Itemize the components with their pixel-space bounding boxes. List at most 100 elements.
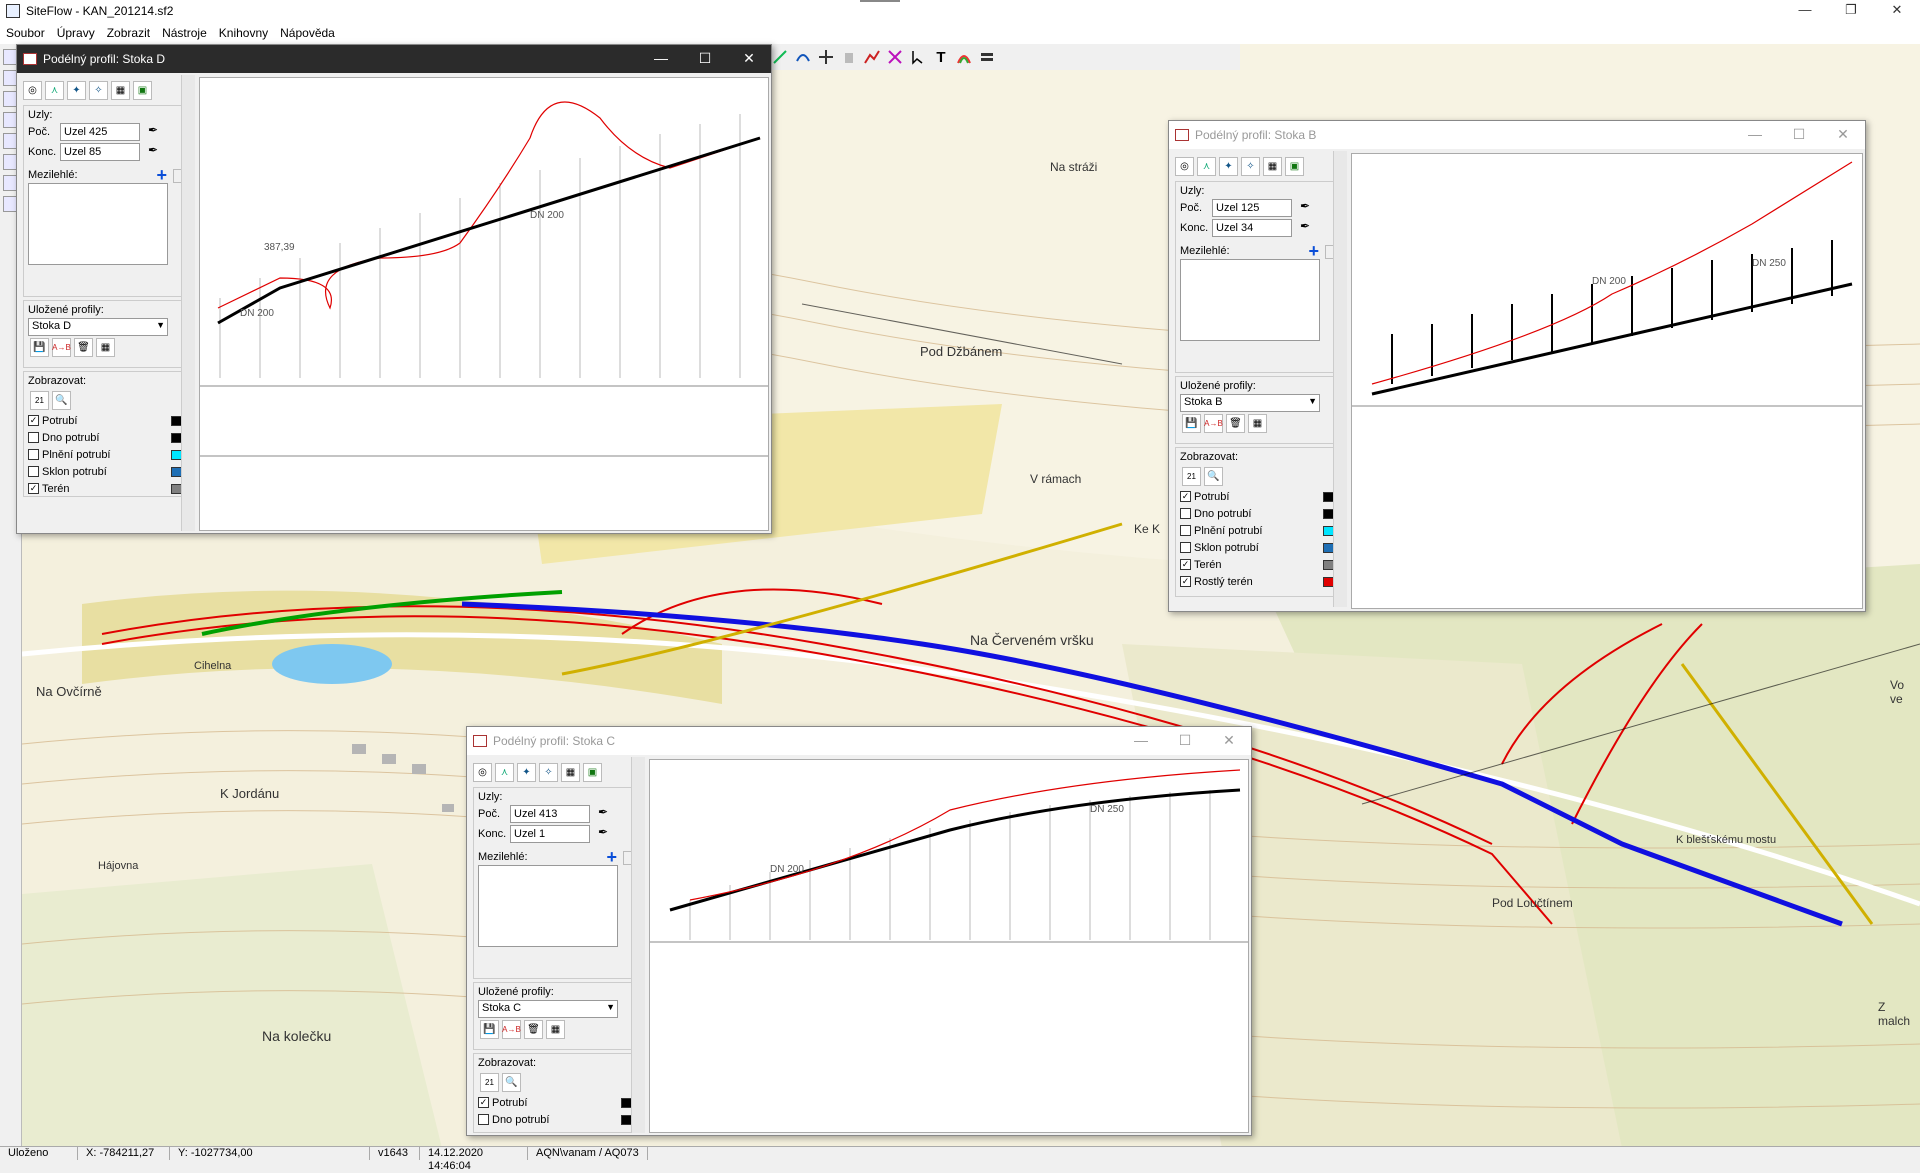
- legend-row[interactable]: ✓ Potrubí: [1180, 488, 1341, 505]
- pick-node-icon[interactable]: ✒: [144, 143, 162, 161]
- node-select-2-icon[interactable]: ✧: [89, 81, 108, 100]
- legend-row[interactable]: ✓ Terén: [1180, 556, 1341, 573]
- globe-icon[interactable]: ◎: [1175, 157, 1194, 176]
- tool-move-icon[interactable]: [816, 47, 836, 67]
- tool-cross-icon[interactable]: [885, 47, 905, 67]
- node-select-icon[interactable]: ✦: [517, 763, 536, 782]
- window-c-titlebar[interactable]: Podélný profil: Stoka C — ☐ ✕: [467, 727, 1251, 755]
- window-b-profile-plot[interactable]: DN 200 DN 250: [1351, 153, 1863, 609]
- tool-pointer-icon[interactable]: [908, 47, 928, 67]
- window-b-maximize-icon[interactable]: ☐: [1777, 121, 1821, 149]
- window-c-close-icon[interactable]: ✕: [1207, 727, 1251, 755]
- profile-line-icon[interactable]: ⋏: [1197, 157, 1216, 176]
- zoom-icon[interactable]: 🔍: [502, 1073, 521, 1092]
- intermediate-nodes-list[interactable]: [1180, 259, 1320, 341]
- save-profile-icon[interactable]: 💾: [1182, 414, 1201, 433]
- legend-row[interactable]: ✓ Rostlý terén: [1180, 573, 1341, 590]
- tool-profile-icon[interactable]: [862, 47, 882, 67]
- end-node-input[interactable]: [60, 143, 140, 161]
- rename-profile-icon[interactable]: A→B: [502, 1020, 521, 1039]
- add-node-icon[interactable]: +: [606, 847, 617, 868]
- menu-knihovny[interactable]: Knihovny: [213, 26, 274, 40]
- pick-node-icon[interactable]: ✒: [1296, 199, 1314, 217]
- menu-soubor[interactable]: Soubor: [0, 26, 51, 40]
- rename-profile-icon[interactable]: A→B: [52, 338, 71, 357]
- legend-row[interactable]: Dno potrubí: [478, 1111, 639, 1128]
- checkbox[interactable]: [28, 466, 39, 477]
- tool-line-icon[interactable]: [770, 47, 790, 67]
- checkbox[interactable]: [1180, 542, 1191, 553]
- save-profile-icon[interactable]: 💾: [480, 1020, 499, 1039]
- zoom-icon[interactable]: 🔍: [1204, 467, 1223, 486]
- add-node-icon[interactable]: +: [1308, 241, 1319, 262]
- pick-node-icon[interactable]: ✒: [594, 805, 612, 823]
- checkbox[interactable]: [478, 1114, 489, 1125]
- menu-zobrazit[interactable]: Zobrazit: [101, 26, 156, 40]
- end-node-input[interactable]: [1212, 219, 1292, 237]
- window-b-minimize-icon[interactable]: —: [1733, 121, 1777, 149]
- start-node-input[interactable]: [510, 805, 590, 823]
- sort-icon[interactable]: 21: [480, 1073, 499, 1092]
- table-icon[interactable]: ▦: [1263, 157, 1282, 176]
- delete-profile-icon[interactable]: 🗑: [524, 1020, 543, 1039]
- globe-icon[interactable]: ◎: [23, 81, 42, 100]
- export-icon[interactable]: ▣: [133, 81, 152, 100]
- window-d-titlebar[interactable]: Podélný profil: Stoka D — ☐ ✕: [17, 45, 771, 73]
- export-icon[interactable]: ▣: [583, 763, 602, 782]
- saved-profile-select[interactable]: Stoka B ▼: [1180, 394, 1320, 412]
- intermediate-nodes-list[interactable]: [478, 865, 618, 947]
- checkbox[interactable]: ✓: [1180, 576, 1191, 587]
- profile-line-icon[interactable]: ⋏: [45, 81, 64, 100]
- pick-node-icon[interactable]: ✒: [1296, 219, 1314, 237]
- legend-row[interactable]: Plnění potrubí: [1180, 522, 1341, 539]
- checkbox[interactable]: ✓: [1180, 491, 1191, 502]
- window-b-titlebar[interactable]: Podélný profil: Stoka B — ☐ ✕: [1169, 121, 1865, 149]
- sort-icon[interactable]: 21: [1182, 467, 1201, 486]
- minimize-icon[interactable]: —: [1782, 0, 1828, 22]
- menu-upravy[interactable]: Úpravy: [51, 26, 101, 40]
- export-icon[interactable]: ▣: [1285, 157, 1304, 176]
- table-icon[interactable]: ▦: [96, 338, 115, 357]
- window-d-minimize-icon[interactable]: —: [639, 45, 683, 73]
- window-b-close-icon[interactable]: ✕: [1821, 121, 1865, 149]
- delete-profile-icon[interactable]: 🗑: [74, 338, 93, 357]
- profile-window-c[interactable]: Podélný profil: Stoka C — ☐ ✕ ◎ ⋏ ✦ ✧ ▦ …: [466, 726, 1252, 1136]
- tool-delete-icon[interactable]: [839, 47, 859, 67]
- table-icon[interactable]: ▦: [111, 81, 130, 100]
- end-node-input[interactable]: [510, 825, 590, 843]
- menu-nastroje[interactable]: Nástroje: [156, 26, 213, 40]
- legend-row[interactable]: Sklon potrubí: [28, 463, 189, 480]
- menu-napoveda[interactable]: Nápověda: [274, 26, 341, 40]
- legend-row[interactable]: ✓ Potrubí: [478, 1094, 639, 1111]
- legend-row[interactable]: Dno potrubí: [1180, 505, 1341, 522]
- window-c-panel-scrollbar[interactable]: [631, 757, 645, 1133]
- window-c-maximize-icon[interactable]: ☐: [1163, 727, 1207, 755]
- legend-row[interactable]: Dno potrubí: [28, 429, 189, 446]
- legend-row[interactable]: Plnění potrubí: [28, 446, 189, 463]
- checkbox[interactable]: [28, 432, 39, 443]
- checkbox[interactable]: [1180, 508, 1191, 519]
- globe-icon[interactable]: ◎: [473, 763, 492, 782]
- node-select-2-icon[interactable]: ✧: [539, 763, 558, 782]
- checkbox[interactable]: ✓: [1180, 559, 1191, 570]
- pick-node-icon[interactable]: ✒: [594, 825, 612, 843]
- checkbox[interactable]: ✓: [28, 483, 39, 494]
- legend-row[interactable]: ✓ Terén: [28, 480, 189, 496]
- saved-profile-select[interactable]: Stoka D ▼: [28, 318, 168, 336]
- tool-rainbow-icon[interactable]: [954, 47, 974, 67]
- intermediate-nodes-list[interactable]: [28, 183, 168, 265]
- profile-line-icon[interactable]: ⋏: [495, 763, 514, 782]
- window-d-profile-plot[interactable]: DN 200 DN 200 387,39: [199, 77, 769, 531]
- window-d-maximize-icon[interactable]: ☐: [683, 45, 727, 73]
- node-select-icon[interactable]: ✦: [67, 81, 86, 100]
- tool-text-icon[interactable]: T: [931, 47, 951, 67]
- table-icon[interactable]: ▦: [561, 763, 580, 782]
- window-c-profile-plot[interactable]: DN 200 DN 250: [649, 759, 1249, 1133]
- save-profile-icon[interactable]: 💾: [30, 338, 49, 357]
- window-d-close-icon[interactable]: ✕: [727, 45, 771, 73]
- table-icon[interactable]: ▦: [546, 1020, 565, 1039]
- node-select-icon[interactable]: ✦: [1219, 157, 1238, 176]
- start-node-input[interactable]: [60, 123, 140, 141]
- add-node-icon[interactable]: +: [156, 165, 167, 186]
- table-icon[interactable]: ▦: [1248, 414, 1267, 433]
